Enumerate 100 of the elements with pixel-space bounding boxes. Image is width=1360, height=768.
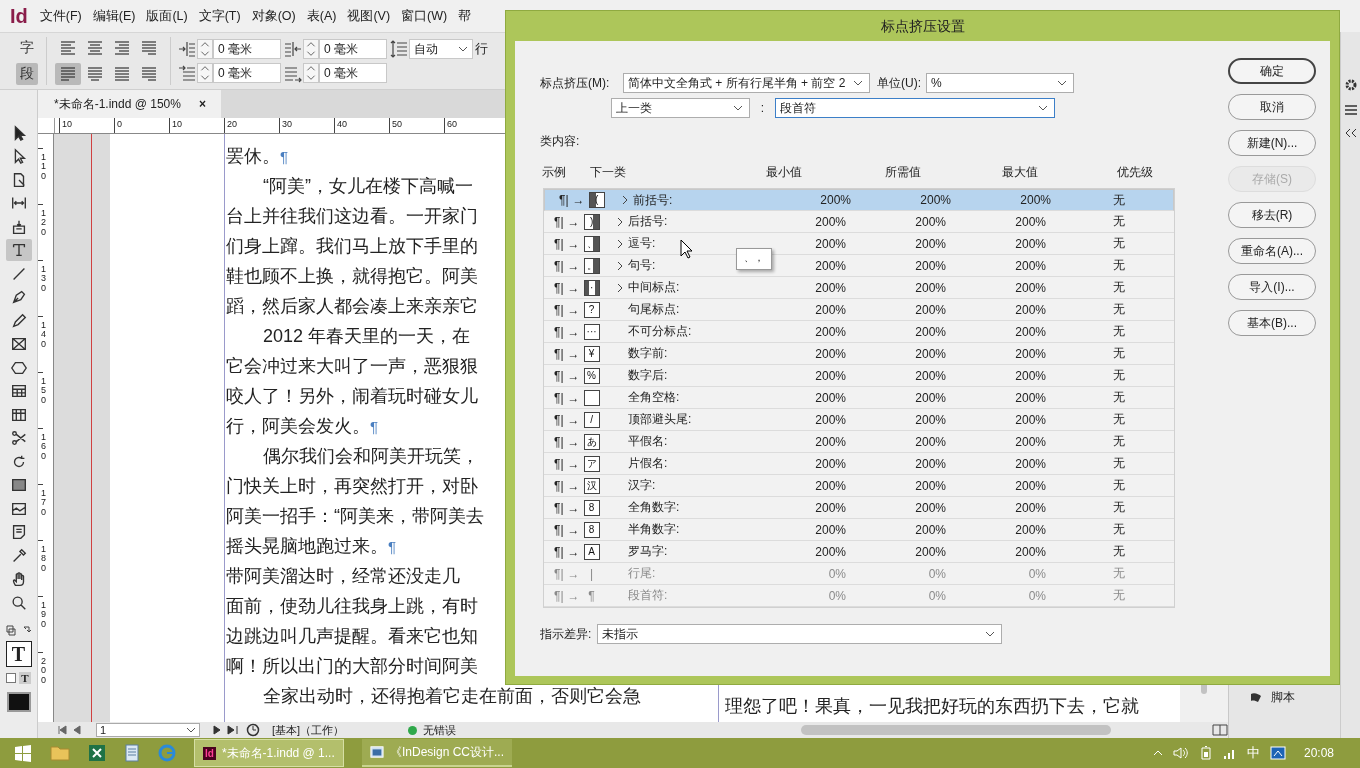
spinner-button[interactable] <box>197 39 213 59</box>
column-header: 优先级 <box>1117 164 1154 181</box>
table-cell: 200% <box>815 236 846 251</box>
class-row[interactable]: ¶| → ) 后括号: 200% 200% 200% 无 <box>544 211 1174 233</box>
class-row[interactable]: ¶| → ··· 不可分标点: 200% 200% 200% 无 <box>544 321 1174 343</box>
indent-field[interactable]: 0 毫米 <box>319 63 387 83</box>
difference-select[interactable]: 未指示 <box>597 624 1002 644</box>
class-row[interactable]: ¶| → 全角空格: 200% 200% 200% 无 <box>544 387 1174 409</box>
leading-select[interactable]: 自动 <box>409 39 473 59</box>
table-cell: 200% <box>915 544 946 559</box>
table-cell-text: 无 <box>1112 521 1126 538</box>
class-row[interactable]: ¶| → % 数字后: 200% 200% 200% 无 <box>544 365 1174 387</box>
class-row[interactable]: ¶| → ? 句尾标点: 200% 200% 200% 无 <box>544 299 1174 321</box>
dialog-button[interactable]: 重命名(A)... <box>1228 238 1316 264</box>
indent-field[interactable]: 0 毫米 <box>319 39 387 59</box>
dialog-button[interactable]: 基本(B)... <box>1228 310 1316 336</box>
class-row[interactable]: ¶| → ( 前括号: 200% 200% 200% 无 <box>544 189 1174 211</box>
target-select[interactable]: 段首符 <box>775 98 1055 118</box>
class-row[interactable]: ¶| → あ 平假名: 200% 200% 200% 无 <box>544 431 1174 453</box>
fill-stroke-swatch[interactable]: T <box>5 640 32 667</box>
table-cell: 200% <box>915 456 946 471</box>
class-row[interactable]: ¶| → ¥ 数字前: 200% 200% 200% 无 <box>544 343 1174 365</box>
class-glyph-box: ) <box>583 213 600 230</box>
table-cell-text: 后括号: <box>627 213 668 230</box>
chevron-icon <box>733 104 743 112</box>
keyboard-icon[interactable] <box>1269 746 1286 760</box>
align-lines-icon <box>113 40 131 56</box>
menu-item[interactable]: 帮 <box>458 7 472 25</box>
class-select[interactable]: 上一类 <box>611 98 750 118</box>
view-mode-button[interactable] <box>6 691 31 712</box>
dialog-button[interactable]: 新建(N)... <box>1228 130 1316 156</box>
align-button[interactable] <box>55 63 81 85</box>
scrollbar-thumb[interactable] <box>801 725 1111 735</box>
mode-button[interactable]: 字 <box>16 37 38 59</box>
class-row[interactable]: ¶| → ア 片假名: 200% 200% 200% 无 <box>544 453 1174 475</box>
spreadsheet-icon[interactable] <box>88 744 106 762</box>
dialog-button[interactable]: 导入(I)... <box>1228 274 1316 300</box>
table-cell: 200% <box>815 302 846 317</box>
swap-colors-icon[interactable] <box>3 623 34 639</box>
start-icon[interactable] <box>14 744 32 762</box>
class-row[interactable]: ¶| → / 顶部避头尾: 200% 200% 200% 无 <box>544 409 1174 431</box>
close-button[interactable]: × <box>198 97 206 111</box>
settings-icon[interactable] <box>1343 78 1358 92</box>
class-row[interactable]: ¶| → 汉 汉字: 200% 200% 200% 无 <box>544 475 1174 497</box>
battery-icon[interactable] <box>1198 746 1213 760</box>
spinner-button[interactable] <box>303 39 319 59</box>
tool-button[interactable] <box>5 239 32 261</box>
dialog-button[interactable]: 移去(R) <box>1228 202 1316 228</box>
expand-icon[interactable] <box>622 195 628 205</box>
class-row[interactable]: ¶| → A 罗马字: 200% 200% 200% 无 <box>544 541 1174 563</box>
body-text-line: 们身上蹿。我们马上放下手里的 <box>226 235 478 258</box>
class-row[interactable]: ¶| → · 中间标点: 200% 200% 200% 无 <box>544 277 1174 299</box>
master-label[interactable]: [基本]（工作） <box>272 722 402 738</box>
expand-icon[interactable] <box>617 260 623 271</box>
menu-icon[interactable] <box>1343 104 1358 116</box>
table-cell: 200% <box>1015 500 1046 515</box>
table-cell: 200% <box>915 280 946 295</box>
class-row[interactable]: ¶| → 8 全角数字: 200% 200% 200% 无 <box>544 497 1174 519</box>
body-text-line: 带阿美溜达时，经常还没走几 <box>226 565 460 588</box>
spinner-button[interactable] <box>303 63 319 83</box>
container-format-button[interactable] <box>6 673 17 683</box>
mouse-cursor-icon <box>680 239 694 259</box>
indent-field[interactable]: 0 毫米 <box>213 63 281 83</box>
mode-button[interactable]: 段 <box>16 63 38 85</box>
dialog-button[interactable]: 确定 <box>1228 58 1316 84</box>
table-cell: 200% <box>815 214 846 229</box>
taskbar-button[interactable]: Id *未命名-1.indd @ 1... <box>194 739 344 767</box>
menu-item[interactable]: 对象(O) <box>251 7 296 25</box>
spinner-button[interactable] <box>197 63 213 83</box>
page-field[interactable]: 1 <box>96 723 200 737</box>
split-view-icon[interactable] <box>1212 724 1228 736</box>
panel-item[interactable]: 脚本 <box>1271 689 1295 706</box>
menu-item[interactable]: 编辑(E) <box>92 7 136 25</box>
unit-select[interactable]: % <box>926 73 1074 93</box>
grid-icon <box>9 382 28 400</box>
notepad-icon[interactable] <box>124 744 140 762</box>
text-format-button[interactable]: T <box>19 672 31 684</box>
expand-icon[interactable] <box>617 282 623 293</box>
collapse-icon[interactable] <box>1344 128 1357 138</box>
menu-item[interactable]: 文件(F) <box>39 7 82 25</box>
preview-icon[interactable] <box>246 723 260 737</box>
sample-mark: ¶| <box>554 214 564 229</box>
table-cell: 200% <box>1015 478 1046 493</box>
menu-item[interactable]: 版面(L) <box>146 7 188 25</box>
expand-icon[interactable] <box>617 216 623 227</box>
indent-field[interactable]: 0 毫米 <box>213 39 281 59</box>
preflight-status[interactable]: 无错误 <box>423 722 563 738</box>
tray-expand-icon[interactable] <box>1152 749 1163 757</box>
dialog-button[interactable]: 取消 <box>1228 94 1316 120</box>
menu-item[interactable]: 窗口(W) <box>401 7 448 25</box>
set-select[interactable]: 简体中文全角式 + 所有行尾半角 + 前空 2 <box>623 73 870 93</box>
align-lines-icon <box>59 66 77 82</box>
speaker-icon[interactable] <box>1172 746 1189 760</box>
menu-item[interactable]: 视图(V) <box>347 7 391 25</box>
expand-icon[interactable] <box>617 238 623 249</box>
column-header: 最小值 <box>766 164 803 181</box>
menu-item[interactable]: 文字(T) <box>198 7 241 25</box>
class-row[interactable]: ¶| → 8 半角数字: 200% 200% 200% 无 <box>544 519 1174 541</box>
menu-item[interactable]: 表(A) <box>306 7 337 25</box>
document-tab[interactable]: *未命名-1.indd @ 150% × <box>38 90 221 118</box>
